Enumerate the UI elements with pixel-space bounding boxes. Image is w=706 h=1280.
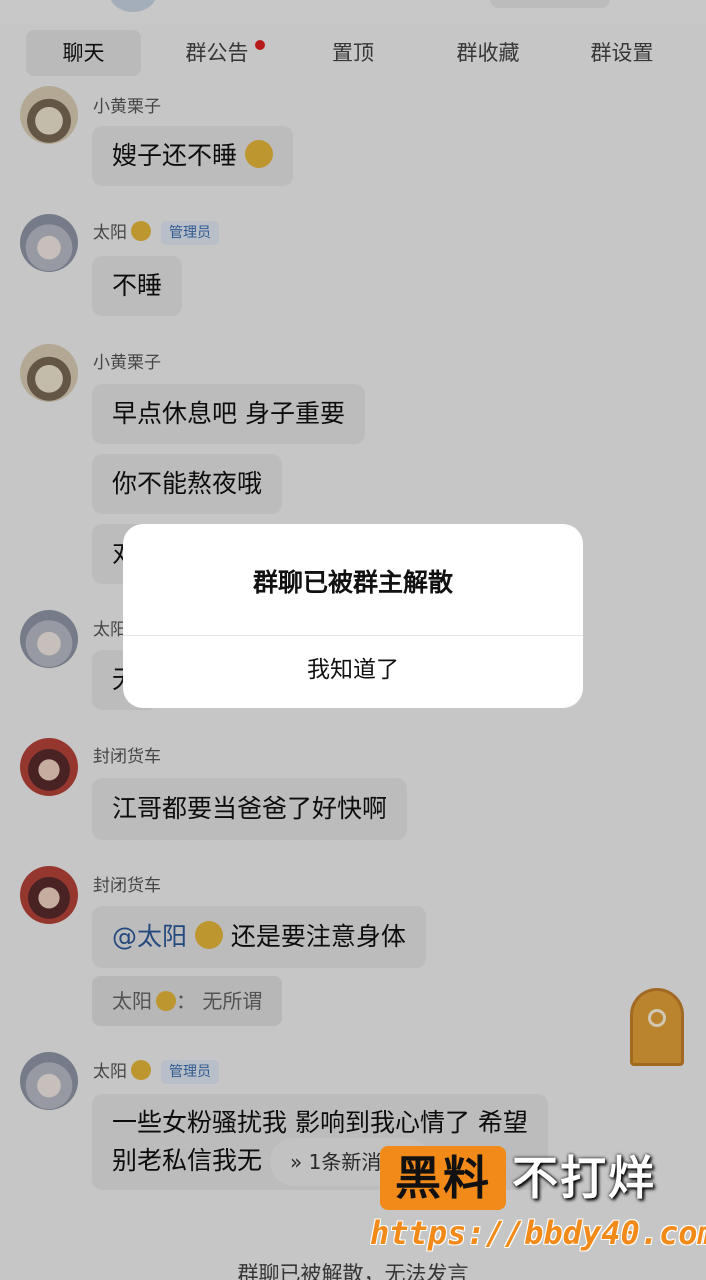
dialog-title: 群聊已被群主解散 [252, 568, 453, 597]
acknowledge-button[interactable]: 我知道了 [123, 636, 583, 708]
watermark-brand-right: 不打烊 [512, 1151, 656, 1205]
alert-dialog: 群聊已被群主解散 我知道了 [123, 524, 583, 708]
watermark-url: https://bbdy40.com [370, 1214, 706, 1252]
watermark-brand-left: 黑料 [395, 1151, 491, 1205]
